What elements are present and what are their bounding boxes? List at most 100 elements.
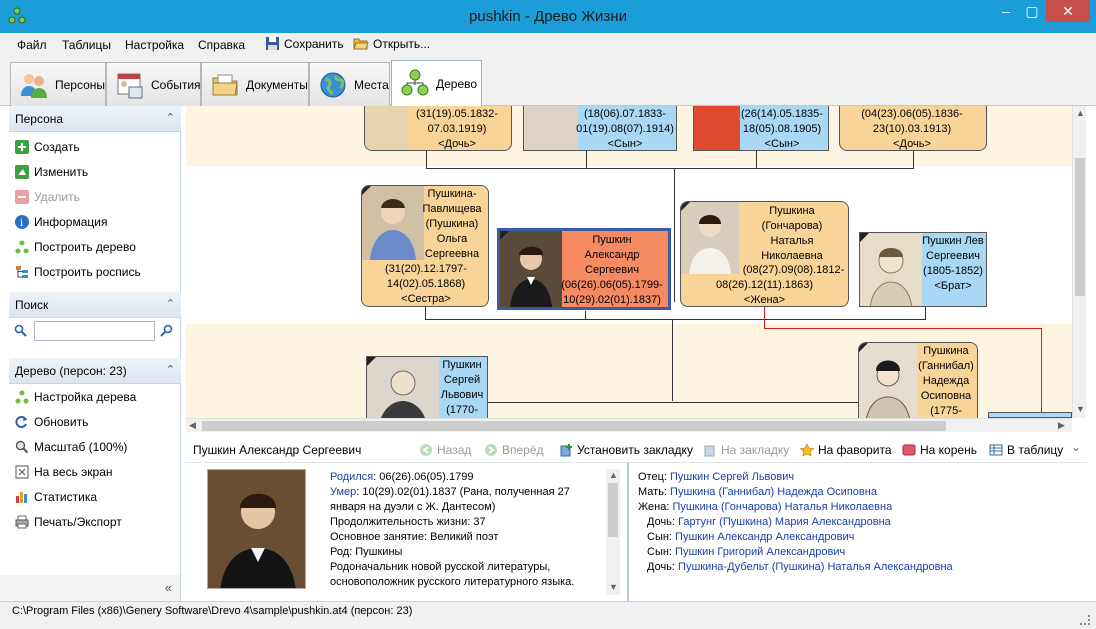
person-photo — [500, 231, 562, 307]
person-card-father[interactable]: Пушкин Сергей Львович (1770- — [366, 356, 488, 418]
scroll-thumb[interactable] — [202, 421, 946, 431]
person-card-sister[interactable]: Пушкина- Павлищева (Пушкина) Ольга Серге… — [361, 185, 489, 307]
card-name: Пушкин — [442, 359, 482, 371]
relation-label: Отец: — [638, 471, 671, 483]
person-card[interactable]: (04(23).06(05).1836- 23(10).03.1913) <До… — [839, 106, 987, 151]
tab-events[interactable]: События — [106, 62, 201, 106]
scroll-thumb[interactable] — [1075, 158, 1085, 296]
relation-link[interactable]: Пушкин Александр Александрович — [675, 531, 854, 543]
search-forward-icon[interactable] — [160, 324, 174, 338]
info-button[interactable]: i Информация — [15, 213, 107, 231]
search-input[interactable] — [34, 321, 155, 341]
build-tree-button[interactable]: Построить дерево — [15, 238, 136, 256]
search-section-header[interactable]: Поиск ⌃ — [9, 292, 181, 318]
collapse-panel-button[interactable]: « — [165, 580, 172, 595]
person-card[interactable]: (18(06).07.1833- 01(19).08(07).1914) <Сы… — [523, 106, 677, 151]
create-person-button[interactable]: Создать — [15, 138, 80, 156]
menu-file[interactable]: Файл — [17, 38, 47, 52]
born-label[interactable]: Родился — [330, 471, 373, 483]
open-button[interactable]: Открыть... — [353, 36, 430, 51]
menu-settings[interactable]: Настройка — [125, 38, 184, 52]
tree-section-header[interactable]: Дерево (персон: 23) ⌃ — [9, 358, 181, 384]
card-name: Пушкин — [592, 234, 632, 246]
collapse-up-icon[interactable]: ⌃ — [166, 297, 175, 310]
scroll-up-icon[interactable]: ▲ — [1076, 108, 1085, 118]
card-name: Пушкин Лев — [922, 235, 984, 247]
fullscreen-icon — [15, 465, 29, 479]
card-name: Наталья — [770, 235, 814, 247]
tree-vertical-scrollbar[interactable]: ▲ ▼ — [1072, 106, 1086, 418]
card-name: Павлищева — [422, 203, 482, 215]
relation-link[interactable]: Пушкин Григорий Александрович — [675, 546, 845, 558]
person-card-selected[interactable]: Пушкин Александр Сергеевич (06(26).06(05… — [497, 228, 671, 310]
tree-horizontal-scrollbar[interactable]: ◀ ▶ — [186, 418, 1072, 432]
zoom-button[interactable]: Масштаб (100%) — [15, 438, 127, 456]
forward-button[interactable]: Вперёд — [484, 443, 544, 457]
expand-icon[interactable]: ⌄ — [1071, 440, 1081, 454]
to-root-button[interactable]: На корень — [902, 443, 977, 457]
floppy-icon — [266, 37, 279, 50]
search-back-icon[interactable] — [14, 324, 28, 338]
tab-tree[interactable]: Дерево — [391, 60, 482, 107]
tree-settings-icon — [15, 390, 29, 404]
tree-canvas[interactable]: (31(19).05.1832- 07.03.1919) <Дочь> (18(… — [186, 106, 1072, 418]
relation-link[interactable]: Пушкина-Дубельт (Пушкина) Наталья Алекса… — [678, 561, 953, 573]
minimize-button[interactable]: – — [993, 0, 1019, 22]
set-bookmark-button[interactable]: Установить закладку — [559, 443, 693, 457]
details-scrollbar[interactable]: ▲ ▼ — [606, 469, 620, 595]
tab-documents[interactable]: Документы — [201, 62, 309, 106]
edit-person-button[interactable]: Изменить — [15, 163, 88, 181]
save-button[interactable]: Сохранить — [265, 36, 344, 51]
to-table-button[interactable]: В таблицу — [989, 443, 1063, 457]
person-card[interactable]: (31(19).05.1832- 07.03.1919) <Дочь> — [364, 106, 512, 151]
person-section-header[interactable]: Персона ⌃ — [9, 106, 181, 132]
person-card-brother[interactable]: Пушкин Лев Сергеевич (1805-1852) <Брат> — [859, 232, 987, 307]
scroll-down-icon[interactable]: ▼ — [1076, 404, 1085, 414]
menu-help[interactable]: Справка — [198, 38, 245, 52]
person-card-wife[interactable]: Пушкина (Гончарова) Наталья Николаевна (… — [680, 201, 849, 307]
died-label[interactable]: Умер — [330, 486, 356, 498]
relation-label: Жена: — [638, 501, 673, 513]
close-button[interactable]: ✕ — [1046, 0, 1090, 22]
resize-grip-icon[interactable] — [1080, 615, 1090, 625]
collapse-up-icon[interactable]: ⌃ — [166, 363, 175, 376]
tab-places-label: Места — [354, 77, 389, 92]
tab-events-label: События — [151, 77, 201, 92]
print-export-button[interactable]: Печать/Экспорт — [15, 513, 122, 531]
person-card[interactable]: (26(14).05.1835- 18(05).08.1905) <Сын> — [693, 106, 829, 151]
fullscreen-button[interactable]: На весь экран — [15, 463, 113, 481]
scroll-right-icon[interactable]: ▶ — [1058, 420, 1065, 431]
maximize-button[interactable]: ▢ — [1019, 0, 1045, 22]
scroll-thumb[interactable] — [608, 483, 618, 537]
card-dates: (26(14).05.1835- — [741, 108, 823, 120]
connector-line — [488, 402, 858, 403]
create-label: Создать — [34, 140, 80, 154]
panel-splitter[interactable] — [627, 463, 629, 601]
card-relation: <Сын> — [607, 138, 643, 150]
to-bookmark-button[interactable]: На закладку — [703, 443, 789, 457]
scroll-left-icon[interactable]: ◀ — [189, 420, 196, 431]
to-favorite-button[interactable]: На фаворита — [800, 443, 892, 457]
card-corner-marker — [860, 233, 869, 242]
collapse-up-icon[interactable]: ⌃ — [166, 111, 175, 124]
statistics-button[interactable]: Статистика — [15, 488, 97, 506]
relation-link[interactable]: Пушкина (Гончарова) Наталья Николаевна — [672, 501, 892, 513]
tab-persons[interactable]: Персоны — [10, 62, 106, 106]
card-relation: <Сын> — [764, 138, 800, 150]
person-card-mother[interactable]: Пушкина (Ганнибал) Надежда Осиповна (177… — [858, 342, 978, 418]
menu-tables[interactable]: Таблицы — [62, 38, 111, 52]
relation-link[interactable]: Пушкина (Ганнибал) Надежда Осиповна — [670, 486, 877, 498]
refresh-button[interactable]: Обновить — [15, 413, 88, 431]
build-list-button[interactable]: Построить роспись — [15, 263, 141, 281]
scroll-up-icon[interactable]: ▲ — [609, 470, 618, 480]
back-button[interactable]: Назад — [419, 443, 471, 457]
tab-places[interactable]: Места — [309, 62, 390, 106]
fullscreen-label: На весь экран — [34, 465, 113, 479]
relation-link[interactable]: Пушкин Сергей Львович — [670, 471, 794, 483]
tree-settings-button[interactable]: Настройка дерева — [15, 388, 136, 406]
tab-persons-label: Персоны — [55, 77, 106, 92]
scroll-down-icon[interactable]: ▼ — [609, 582, 618, 592]
card-name: Пушкина — [923, 345, 969, 357]
delete-person-button[interactable]: Удалить — [15, 188, 80, 206]
relation-link[interactable]: Гартунг (Пушкина) Мария Александровна — [678, 516, 891, 528]
